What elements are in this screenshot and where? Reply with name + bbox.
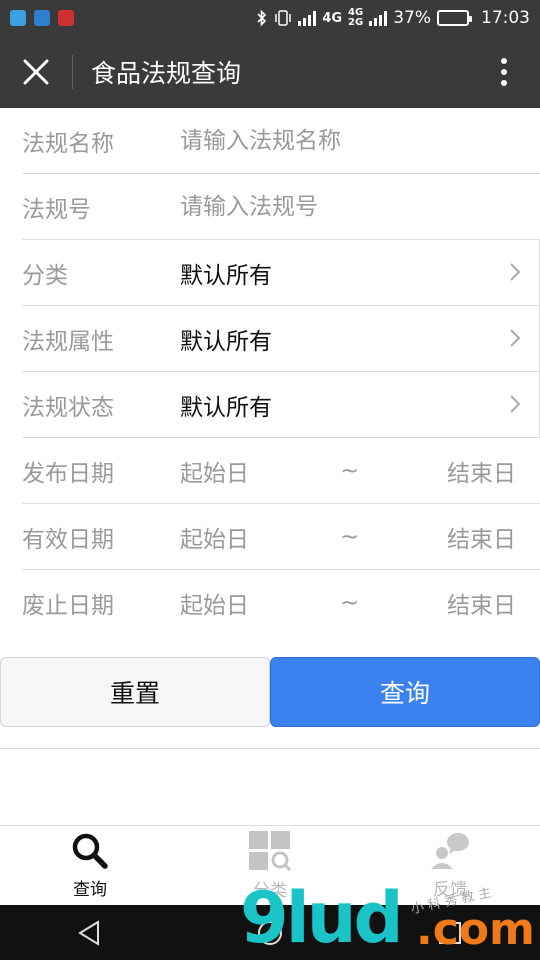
repeal-date-separator: ~ xyxy=(340,590,360,616)
regulation-number-label: 法规号 xyxy=(22,196,91,223)
vibrate-icon xyxy=(275,10,292,26)
clock: 17:03 xyxy=(481,8,530,28)
effective-date-separator: ~ xyxy=(340,523,360,550)
battery-percent: 37% xyxy=(393,8,431,28)
home-icon[interactable] xyxy=(256,919,284,947)
regulation-name-row: 法规名称 xyxy=(22,108,540,174)
more-vertical-icon[interactable] xyxy=(468,36,540,108)
status-bar: 4G 4G 2G 37% 17:03 xyxy=(0,0,540,36)
header-divider xyxy=(72,55,73,89)
attribute-select[interactable]: 法规属性 默认所有 xyxy=(22,306,540,372)
publish-date-end[interactable]: 结束日 xyxy=(447,454,516,488)
publish-date-separator: ~ xyxy=(340,457,360,484)
repeal-date-label: 废止日期 xyxy=(22,593,114,619)
state-value: 默认所有 xyxy=(180,394,272,421)
regulation-name-label: 法规名称 xyxy=(22,130,114,157)
reset-button[interactable]: 重置 xyxy=(0,657,270,727)
effective-date-label: 有效日期 xyxy=(22,526,114,553)
usb-icon xyxy=(10,10,26,26)
signal-icon-2 xyxy=(369,10,388,26)
status-notifications xyxy=(10,10,74,26)
feedback-icon xyxy=(431,833,469,869)
publish-date-label: 发布日期 xyxy=(22,460,114,487)
search-icon xyxy=(72,833,108,869)
huawei-icon xyxy=(58,10,74,26)
effective-date-end[interactable]: 结束日 xyxy=(447,520,516,554)
nav-item-label: 分类 xyxy=(253,881,287,901)
page-title: 食品法规查询 xyxy=(91,59,242,88)
close-icon[interactable] xyxy=(0,36,72,108)
nav-item-query[interactable]: 查询 xyxy=(0,826,180,905)
query-button[interactable]: 查询 xyxy=(270,657,540,727)
publish-date-row: 发布日期 起始日 ~ 结束日 xyxy=(22,438,540,504)
repeal-date-row: 废止日期 起始日 ~ 结束日 xyxy=(22,570,540,636)
network-type-secondary-bottom: 2G xyxy=(348,17,364,28)
recents-icon[interactable] xyxy=(436,919,464,947)
system-nav-bar xyxy=(0,905,540,960)
gallery-icon xyxy=(34,10,50,26)
back-icon[interactable] xyxy=(76,919,104,947)
regulation-name-input[interactable] xyxy=(180,127,480,154)
divider xyxy=(0,748,540,749)
action-buttons: 重置 查询 xyxy=(0,657,540,727)
category-label: 分类 xyxy=(22,262,68,289)
category-value: 默认所有 xyxy=(180,262,272,289)
category-icon xyxy=(249,831,292,872)
chevron-right-icon xyxy=(510,329,521,347)
state-select[interactable]: 法规状态 默认所有 xyxy=(22,372,540,438)
search-form: 法规名称 法规号 分类 默认所有 法规属性 默认所有 法规状态 默认所有 发布日… xyxy=(0,108,540,636)
repeal-date-end[interactable]: 结束日 xyxy=(447,586,516,620)
publish-date-start[interactable]: 起始日 xyxy=(180,454,249,488)
effective-date-start[interactable]: 起始日 xyxy=(180,520,249,554)
chevron-right-icon xyxy=(510,263,521,281)
network-type-secondary: 4G 2G xyxy=(348,8,363,28)
nav-item-category[interactable]: 分类 xyxy=(180,826,360,905)
app-header: 食品法规查询 xyxy=(0,36,540,108)
nav-item-label: 反馈 xyxy=(433,880,467,900)
effective-date-row: 有效日期 起始日 ~ 结束日 xyxy=(22,504,540,570)
state-label: 法规状态 xyxy=(22,394,114,421)
bluetooth-icon xyxy=(257,9,267,27)
attribute-value: 默认所有 xyxy=(180,328,272,355)
nav-item-label: 查询 xyxy=(73,880,107,900)
signal-icon xyxy=(298,10,317,26)
status-indicators: 4G 4G 2G 37% 17:03 xyxy=(256,8,530,28)
bottom-nav: 查询 分类 反馈 xyxy=(0,825,540,905)
repeal-date-start[interactable]: 起始日 xyxy=(180,586,249,620)
nav-item-feedback[interactable]: 反馈 xyxy=(360,826,540,905)
attribute-label: 法规属性 xyxy=(22,328,114,355)
regulation-number-row: 法规号 xyxy=(22,174,540,240)
regulation-number-input[interactable] xyxy=(180,193,480,220)
category-select[interactable]: 分类 默认所有 xyxy=(22,240,540,306)
battery-icon xyxy=(437,10,472,26)
chevron-right-icon xyxy=(510,395,521,413)
network-type: 4G xyxy=(322,10,343,26)
